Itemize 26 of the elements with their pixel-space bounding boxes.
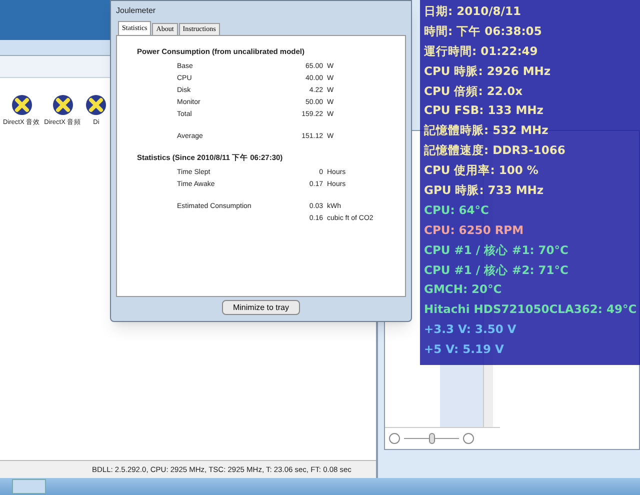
monitor-reading: GMCH: 20°C xyxy=(424,281,503,298)
monitor-reading: GPU 時脈: 733 MHz xyxy=(424,182,545,200)
minimize-to-tray-button[interactable]: Minimize to tray xyxy=(222,300,300,315)
monitor-reading: CPU 使用率: 100 % xyxy=(424,162,540,180)
monitor-reading: CPU FSB: 133 MHz xyxy=(424,102,544,120)
monitor-reading: 記憶體時脈: 532 MHz xyxy=(424,122,550,140)
monitor-reading: Hitachi HDS721050CLA362: 49°C xyxy=(424,301,638,318)
window-title: Joulemeter xyxy=(116,5,156,17)
monitor-reading: CPU #1 / 核心 #2: 71°C xyxy=(424,262,570,279)
monitor-reading: CPU #1 / 核心 #1: 70°C xyxy=(424,242,570,259)
monitor-reading: 運行時間: 01:22:49 xyxy=(424,42,539,60)
monitor-reading: +5 V: 5.19 V xyxy=(424,341,505,358)
zoom-slider[interactable] xyxy=(404,433,459,444)
monitor-reading: 時間: 下午 06:38:05 xyxy=(424,22,543,40)
monitor-reading: CPU 時脈: 2926 MHz xyxy=(424,62,552,80)
monitor-reading: 記憶體速度: DDR3-1066 xyxy=(424,142,566,160)
directx-icon xyxy=(85,94,108,116)
monitor-reading: 日期: 2010/8/11 xyxy=(424,3,522,20)
slider-thumb[interactable] xyxy=(428,433,434,444)
monitor-reading: +3.3 V: 3.50 V xyxy=(424,321,518,338)
taskbar-button[interactable] xyxy=(12,479,46,494)
monitor-reading: CPU: 64°C xyxy=(424,202,490,219)
directx-icon xyxy=(10,94,33,116)
directx-icon xyxy=(52,94,74,116)
monitor-reading: CPU 倍頻: 22.0x xyxy=(424,82,524,100)
monitor-reading: CPU: 6250 RPM xyxy=(424,222,525,239)
